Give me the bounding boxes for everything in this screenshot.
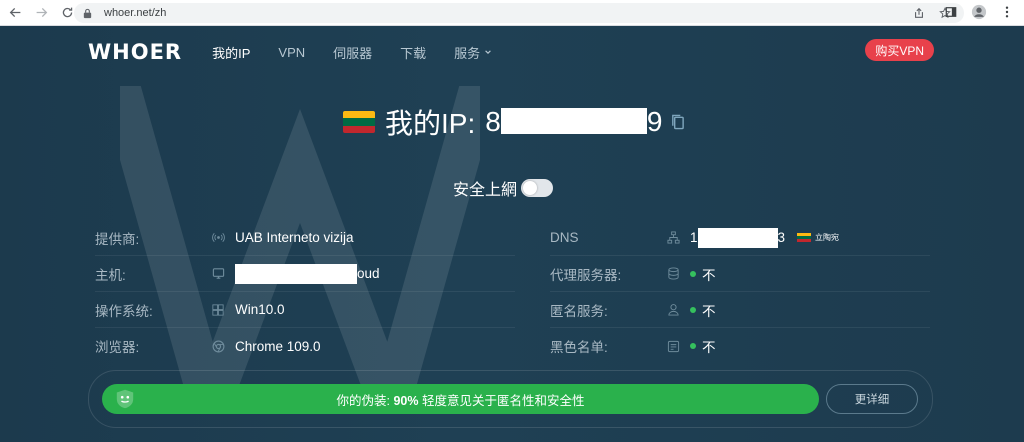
dns-redaction — [697, 227, 778, 248]
ip-address: 89 — [485, 106, 662, 138]
lithuania-mini-flag-icon — [797, 233, 812, 242]
copy-icon[interactable] — [670, 112, 688, 132]
ip-prefix: 8 — [485, 106, 501, 137]
disguise-prefix: 你的伪装: — [336, 393, 390, 408]
info-row-browser: 浏览器: Chrome 109.0 — [95, 328, 515, 364]
os-key: 操作系统: — [95, 303, 153, 319]
blacklist-key: 黑色名单: — [550, 340, 608, 355]
proxy-key: 代理服务器: — [550, 267, 622, 283]
info-row-host: 主机: oud — [95, 256, 515, 292]
nav-servers[interactable]: 伺服器 — [333, 43, 372, 62]
monitor-icon — [211, 267, 225, 281]
dns-key: DNS — [550, 230, 579, 245]
host-key: 主机: — [95, 267, 126, 283]
disguise-percent: 90% — [393, 393, 419, 408]
proxy-value: 不 — [690, 264, 716, 284]
ip-suffix: 9 — [646, 106, 663, 137]
signal-icon — [211, 231, 225, 245]
dns-prefix: 1 — [690, 230, 698, 245]
dns-value: 1 3 立陶宛 — [690, 227, 840, 248]
status-dot — [690, 270, 696, 277]
status-dot — [690, 306, 696, 313]
lock-icon[interactable] — [82, 7, 94, 19]
toggle-knob — [523, 181, 538, 195]
blacklist-text: 不 — [702, 340, 716, 355]
host-redaction — [235, 263, 357, 284]
profile-avatar-icon[interactable] — [970, 3, 988, 21]
dns-suffix: 3 — [777, 230, 786, 245]
provider-key: 提供商: — [95, 231, 140, 247]
main-nav: 我的IP VPN 伺服器 下载 服务 — [212, 43, 492, 62]
forward-icon[interactable] — [30, 2, 52, 24]
info-row-blacklist: 黑色名单: 不 — [550, 328, 930, 364]
info-row-dns: DNS 1 3 立陶宛 — [550, 220, 930, 256]
anonymizer-value: 不 — [690, 300, 716, 320]
blacklist-value: 不 — [690, 336, 716, 356]
lithuania-flag-icon — [343, 111, 375, 133]
info-row-proxy: 代理服务器: 不 — [550, 256, 930, 292]
buy-vpn-button[interactable]: 购买VPN — [865, 39, 934, 61]
dns-country: 立陶宛 — [815, 233, 840, 242]
shield-mask-icon — [116, 389, 134, 409]
provider-value: UAB Interneto vizija — [235, 230, 354, 245]
nav-vpn[interactable]: VPN — [278, 43, 305, 62]
back-icon[interactable] — [4, 2, 26, 24]
server-icon — [666, 267, 680, 281]
more-menu-icon[interactable] — [998, 3, 1016, 21]
ip-label: 我的IP: — [385, 108, 476, 139]
url-text: whoer.net/zh — [104, 7, 167, 19]
page-body: WHOER 我的IP VPN 伺服器 下载 服务 购买VPN 我的IP: 89 … — [0, 26, 1024, 442]
side-panel-icon[interactable] — [942, 3, 960, 21]
safe-browsing-toggle[interactable] — [521, 179, 554, 197]
safe-browsing-label: 安全上網 — [453, 182, 518, 199]
anonymizer-text: 不 — [702, 303, 716, 319]
info-row-provider: 提供商: UAB Interneto vizija — [95, 220, 515, 256]
disguise-status-panel: 你的伪装: 90% 轻度意见关于匿名性和安全性 更详细 — [88, 370, 933, 428]
nav-services[interactable]: 服务 — [454, 43, 492, 62]
safe-browsing-row: 安全上網 — [453, 176, 554, 200]
info-row-anonymizer: 匿名服务: 不 — [550, 292, 930, 328]
browser-toolbar: whoer.net/zh — [0, 0, 1024, 26]
disguise-status-text: 你的伪装: 90% 轻度意见关于匿名性和安全性 — [337, 390, 585, 409]
address-bar[interactable]: whoer.net/zh — [74, 3, 964, 23]
nav-my-ip[interactable]: 我的IP — [212, 43, 250, 62]
site-header: WHOER 我的IP VPN 伺服器 下载 服务 购买VPN — [88, 38, 934, 66]
disguise-suffix: 轻度意见关于匿名性和安全性 — [421, 393, 585, 408]
network-icon — [666, 231, 680, 245]
share-icon[interactable] — [912, 6, 926, 20]
proxy-text: 不 — [702, 267, 716, 283]
chevron-down-icon — [485, 50, 491, 54]
user-icon — [666, 303, 680, 317]
browser-value: Chrome 109.0 — [235, 338, 321, 354]
nav-download[interactable]: 下载 — [400, 43, 426, 62]
info-row-os: 操作系统: Win10.0 — [95, 292, 515, 328]
host-value: oud — [235, 263, 380, 284]
windows-icon — [211, 303, 225, 317]
ip-heading: 我的IP: 89 — [343, 104, 688, 140]
os-value: Win10.0 — [235, 302, 285, 317]
nav-services-label: 服务 — [454, 45, 481, 61]
disguise-status-bar: 你的伪装: 90% 轻度意见关于匿名性和安全性 — [102, 384, 819, 414]
chrome-icon — [211, 339, 225, 353]
blacklist-icon — [666, 339, 680, 353]
whoer-logo[interactable]: WHOER — [88, 40, 182, 64]
anonymizer-key: 匿名服务: — [550, 303, 608, 319]
browser-key: 浏览器: — [95, 340, 140, 355]
ip-redaction — [500, 108, 647, 134]
more-details-button[interactable]: 更详细 — [826, 384, 918, 414]
status-dot — [690, 343, 696, 349]
host-suffix: oud — [357, 266, 380, 281]
